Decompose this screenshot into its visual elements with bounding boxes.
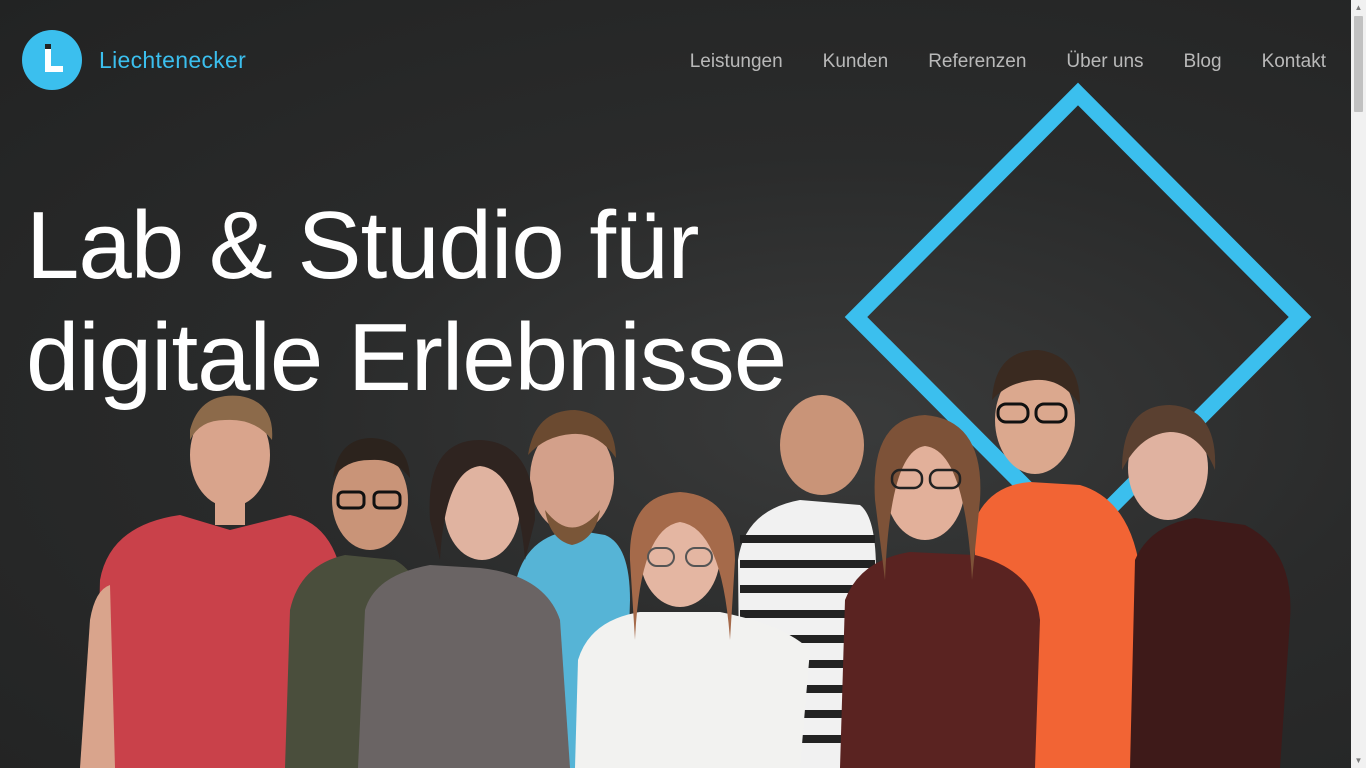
main-navigation: Leistungen Kunden Referenzen Über uns Bl… <box>650 50 1326 74</box>
liechtenecker-logo-icon <box>22 30 82 90</box>
scroll-down-arrow-icon[interactable]: ▼ <box>1351 753 1366 768</box>
nav-item-kunden[interactable]: Kunden <box>823 50 889 74</box>
nav-item-blog[interactable]: Blog <box>1184 50 1222 74</box>
page-scrollbar[interactable]: ▲ ▼ <box>1351 0 1366 768</box>
brand-name: Liechtenecker <box>99 46 247 73</box>
scrollbar-thumb[interactable] <box>1354 16 1363 112</box>
nav-item-kontakt[interactable]: Kontakt <box>1262 50 1326 74</box>
scroll-up-arrow-icon[interactable]: ▲ <box>1351 0 1366 15</box>
nav-item-ueber-uns[interactable]: Über uns <box>1066 50 1143 74</box>
team-member-7 <box>840 415 1040 768</box>
hero-title: Lab & Studio für digitale Erlebnisse <box>26 190 787 414</box>
team-member-9 <box>1122 405 1291 768</box>
site-header: Liechtenecker Leistungen Kunden Referenz… <box>0 0 1351 120</box>
hero-title-line-1: Lab & Studio für <box>26 192 699 299</box>
hero-title-line-2: digitale Erlebnisse <box>26 304 787 411</box>
page: Liechtenecker Leistungen Kunden Referenz… <box>0 0 1366 768</box>
logo-link[interactable]: Liechtenecker <box>22 30 246 90</box>
nav-item-referenzen[interactable]: Referenzen <box>928 50 1026 74</box>
nav-item-leistungen[interactable]: Leistungen <box>690 50 783 74</box>
